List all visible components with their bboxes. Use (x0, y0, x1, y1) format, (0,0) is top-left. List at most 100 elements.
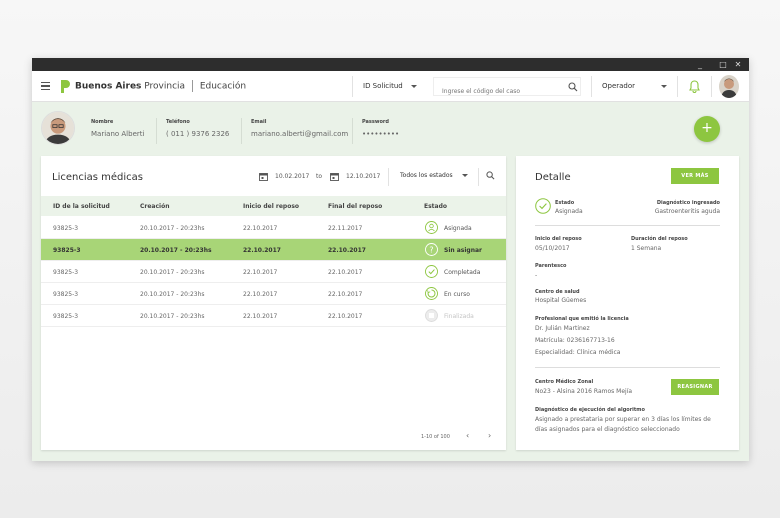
name-label: Nombre (91, 119, 114, 125)
cell-inicio: 22.10.2017 (243, 225, 278, 232)
question-icon: ? (425, 243, 438, 256)
user-name-field: Nombre Mariano Alberti (91, 119, 144, 138)
cell-inicio: 22.10.2017 (243, 269, 278, 276)
search-input[interactable] (434, 83, 554, 100)
cell-inicio: 22.10.2017 (243, 247, 281, 254)
table-row[interactable]: 93825-3 20.10.2017 - 20:23hs 22.10.2017 … (41, 305, 506, 327)
pagination-info: 1-10 of 100 (421, 434, 450, 440)
zonal-value: No23 - Alsina 2016 Ramos Mejía (535, 388, 633, 395)
maximize-button[interactable]: □ (716, 58, 730, 71)
check-circle-icon (535, 198, 551, 214)
profesional-especialidad: Especialidad: Clínica médica (535, 349, 621, 356)
email-value: mariano.alberti@gmail.com (251, 130, 349, 138)
password-value: ••••••••• (362, 130, 400, 138)
search-icon[interactable] (486, 171, 495, 180)
cell-final: 22.11.2017 (328, 225, 363, 232)
menu-icon[interactable] (41, 82, 50, 90)
profesional-label: Profesional que emitió la licencia (535, 316, 629, 322)
user-email-field: Email mariano.alberti@gmail.com (251, 119, 348, 138)
column-header[interactable]: Final del reposo (328, 203, 382, 210)
cell-creacion: 20.10.2017 - 20:23hs (140, 269, 205, 276)
date-from[interactable]: 10.02.2017 (275, 172, 309, 182)
cell-final: 22.10.2017 (328, 269, 363, 276)
profesional-matricula: Matrícula: 0236167713-16 (535, 337, 615, 344)
column-header[interactable]: ID de la solicitud (53, 203, 110, 210)
cell-id: 93825-3 (53, 269, 79, 276)
algoritmo-line-2: días asignados para el diagnóstico selec… (535, 426, 680, 433)
reasignar-button[interactable]: REASIGNAR (671, 379, 719, 395)
table-row[interactable]: 93825-3 20.10.2017 - 20:23hs 22.10.2017 … (41, 283, 506, 305)
close-button[interactable]: ✕ (731, 58, 745, 71)
user-password-field: Password ••••••••• (362, 119, 399, 138)
ver-mas-button[interactable]: VER MÁS (671, 168, 719, 184)
id-select-value: ID Solicitud (363, 82, 403, 90)
table-row[interactable]: 93825-3 20.10.2017 - 20:23hs 22.10.2017 … (41, 261, 506, 283)
parentesco-label: Parentesco (535, 263, 567, 269)
bell-icon[interactable] (689, 80, 700, 93)
cell-id: 93825-3 (53, 313, 79, 320)
parentesco-value: - (535, 272, 538, 279)
next-page-button[interactable]: › (488, 431, 491, 440)
progress-icon (425, 287, 438, 300)
duracion-value: 1 Semana (631, 245, 662, 252)
centro-value: Hospital Güemes (535, 297, 587, 304)
detail-panel: Detalle VER MÁS Estado Asignada Diagnóst… (516, 156, 739, 450)
status-filter-select[interactable]: Todos los estados (400, 167, 468, 185)
diagnostico-value: Gastroenteritis aguda (654, 208, 720, 215)
cell-final: 22.10.2017 (328, 313, 363, 320)
brand-section: Educación (199, 81, 247, 92)
finished-icon (425, 309, 438, 322)
date-to[interactable]: 12.10.2017 (346, 172, 380, 182)
column-header[interactable]: Estado (424, 203, 447, 210)
table-header: ID de la solicitud Creación Inicio del r… (41, 196, 506, 216)
user-phone-field: Teléfono ( 011 ) 9376 2326 (166, 119, 229, 138)
cell-estado: En curso (444, 291, 470, 298)
cell-creacion: 20.10.2017 - 20:23hs (140, 291, 205, 298)
search-icon[interactable] (568, 82, 578, 92)
date-to-label: to (316, 173, 323, 180)
cell-inicio: 22.10.2017 (243, 313, 278, 320)
cell-inicio: 22.10.2017 (243, 291, 278, 298)
phone-label: Teléfono (166, 119, 190, 125)
cell-final: 22.10.2017 (328, 247, 366, 254)
svg-text:?: ? (429, 245, 433, 254)
search-box (433, 77, 581, 100)
app-window: _ □ ✕ Buenos Aires Provincia Educación I… (32, 58, 749, 461)
licenses-title: Licencias médicas (52, 172, 143, 183)
algoritmo-label: Diagnóstico de ejecución del algoritmo (535, 407, 645, 413)
id-select[interactable]: ID Solicitud (363, 77, 417, 96)
cell-id: 93825-3 (53, 247, 81, 254)
centro-label: Centro de salud (535, 289, 580, 295)
top-navbar: Buenos Aires Provincia Educación ID Soli… (32, 71, 749, 102)
user-info-bar: Nombre Mariano Alberti Teléfono ( 011 ) … (32, 102, 749, 152)
table-row[interactable]: 93825-3 20.10.2017 - 20:23hs 22.10.2017 … (41, 217, 506, 239)
estado-value: Asignada (555, 208, 583, 215)
column-header[interactable]: Creación (140, 203, 170, 210)
calendar-icon[interactable] (330, 172, 339, 181)
licenses-panel: Licencias médicas 10.02.2017 to 12.10.20… (41, 156, 506, 450)
chevron-down-icon (661, 85, 667, 88)
cell-estado: Completada (444, 269, 481, 276)
role-select[interactable]: Operador (602, 77, 667, 96)
prev-page-button[interactable]: ‹ (466, 431, 469, 440)
email-label: Email (251, 119, 267, 125)
cell-estado: Asignada (444, 225, 472, 232)
column-header[interactable]: Inicio del reposo (243, 203, 299, 210)
diagnostico-label: Diagnóstico ingresado (656, 200, 720, 206)
chevron-down-icon (462, 174, 468, 177)
inicio-label: Inicio del reposo (535, 236, 582, 242)
title-bar: _ □ ✕ (32, 58, 749, 71)
table-row-selected[interactable]: 93825-3 20.10.2017 - 20:23hs 22.10.2017 … (41, 239, 506, 261)
algoritmo-line-1: Asignado a prestataria por superar en 3 … (535, 416, 711, 423)
calendar-icon[interactable] (259, 172, 268, 181)
cell-id: 93825-3 (53, 225, 79, 232)
minimize-button[interactable]: _ (693, 58, 707, 71)
user-avatar[interactable] (719, 75, 739, 98)
name-value: Mariano Alberti (91, 130, 145, 138)
add-button[interactable]: + (694, 116, 720, 142)
status-filter-value: Todos los estados (400, 172, 453, 179)
person-icon (425, 221, 438, 234)
cell-creacion: 20.10.2017 - 20:23hs (140, 225, 205, 232)
brand-logo-icon (61, 80, 70, 93)
zonal-label: Centro Médico Zonal (535, 379, 594, 385)
